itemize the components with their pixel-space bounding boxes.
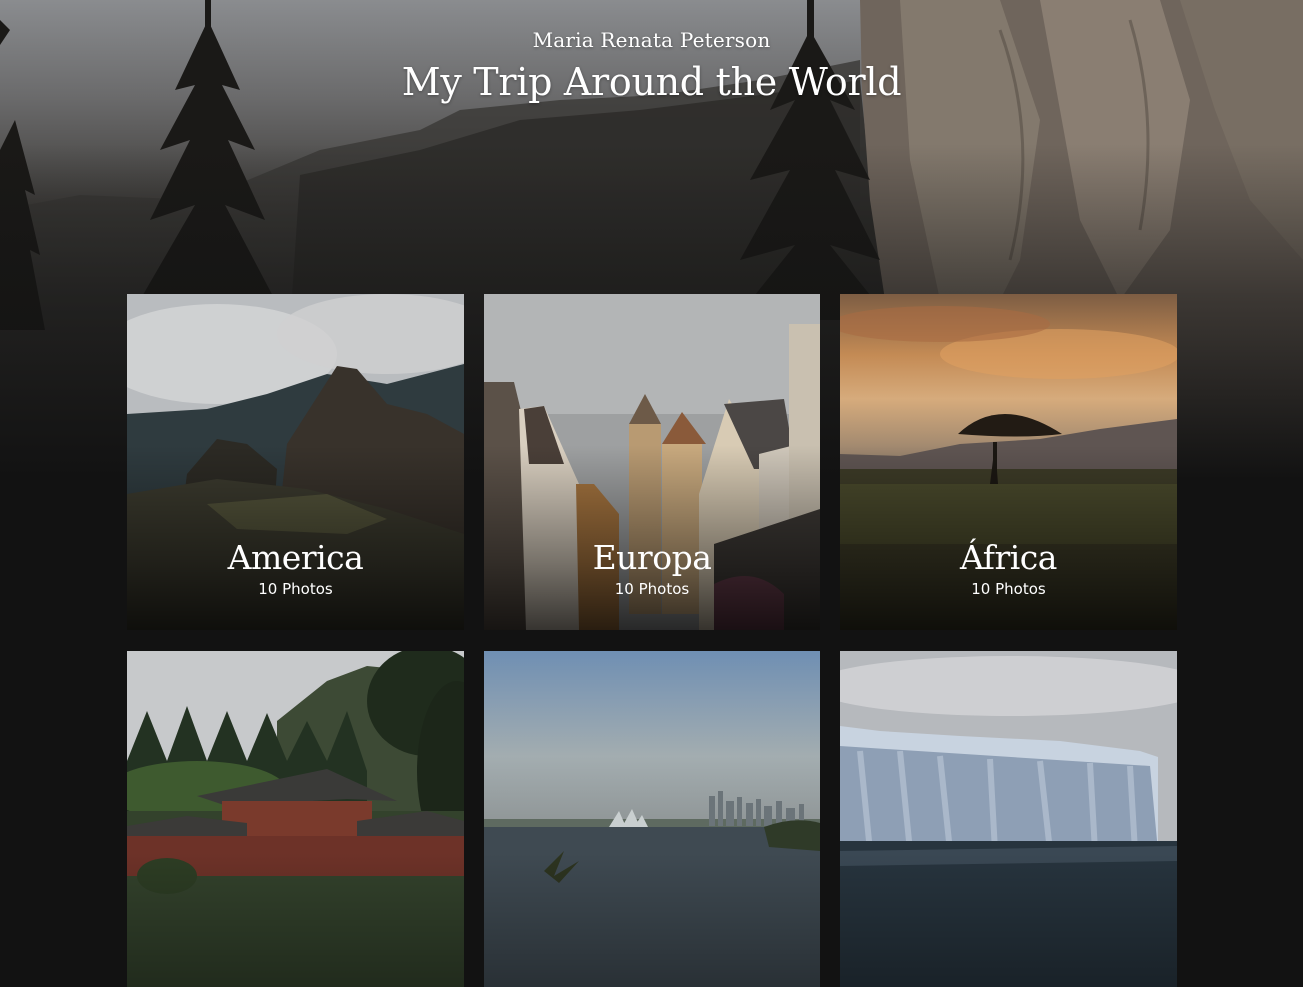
author-name: Maria Renata Peterson <box>532 28 771 52</box>
album-card-america[interactable]: America 10 Photos <box>127 294 464 630</box>
card-shade <box>840 651 1177 987</box>
album-card-africa[interactable]: África 10 Photos <box>840 294 1177 630</box>
page-header: Maria Renata Peterson My Trip Around the… <box>0 26 1303 108</box>
photo-count: 10 Photos <box>971 580 1046 598</box>
album-title: África <box>960 538 1057 577</box>
card-label <box>840 895 1177 896</box>
page-title: My Trip Around the World <box>401 60 902 104</box>
photo-count: 10 Photos <box>614 580 690 598</box>
album-title: Europa <box>592 538 712 577</box>
photo-count: 10 Photos <box>258 580 333 598</box>
album-title: America <box>227 538 364 577</box>
card-label: Europa 10 Photos <box>484 538 820 599</box>
album-card-europa[interactable]: Europa 10 Photos <box>484 294 820 630</box>
card-label: America 10 Photos <box>127 538 464 599</box>
album-card-6[interactable] <box>840 651 1177 987</box>
card-shade <box>484 651 820 987</box>
card-shade <box>127 651 464 987</box>
album-grid: America 10 Photos Europa 10 Photos Áfric… <box>127 294 1177 987</box>
card-label <box>484 895 820 896</box>
card-label <box>127 895 464 896</box>
card-label: África 10 Photos <box>840 538 1177 599</box>
album-card-4[interactable] <box>127 651 464 987</box>
album-card-5[interactable] <box>484 651 820 987</box>
